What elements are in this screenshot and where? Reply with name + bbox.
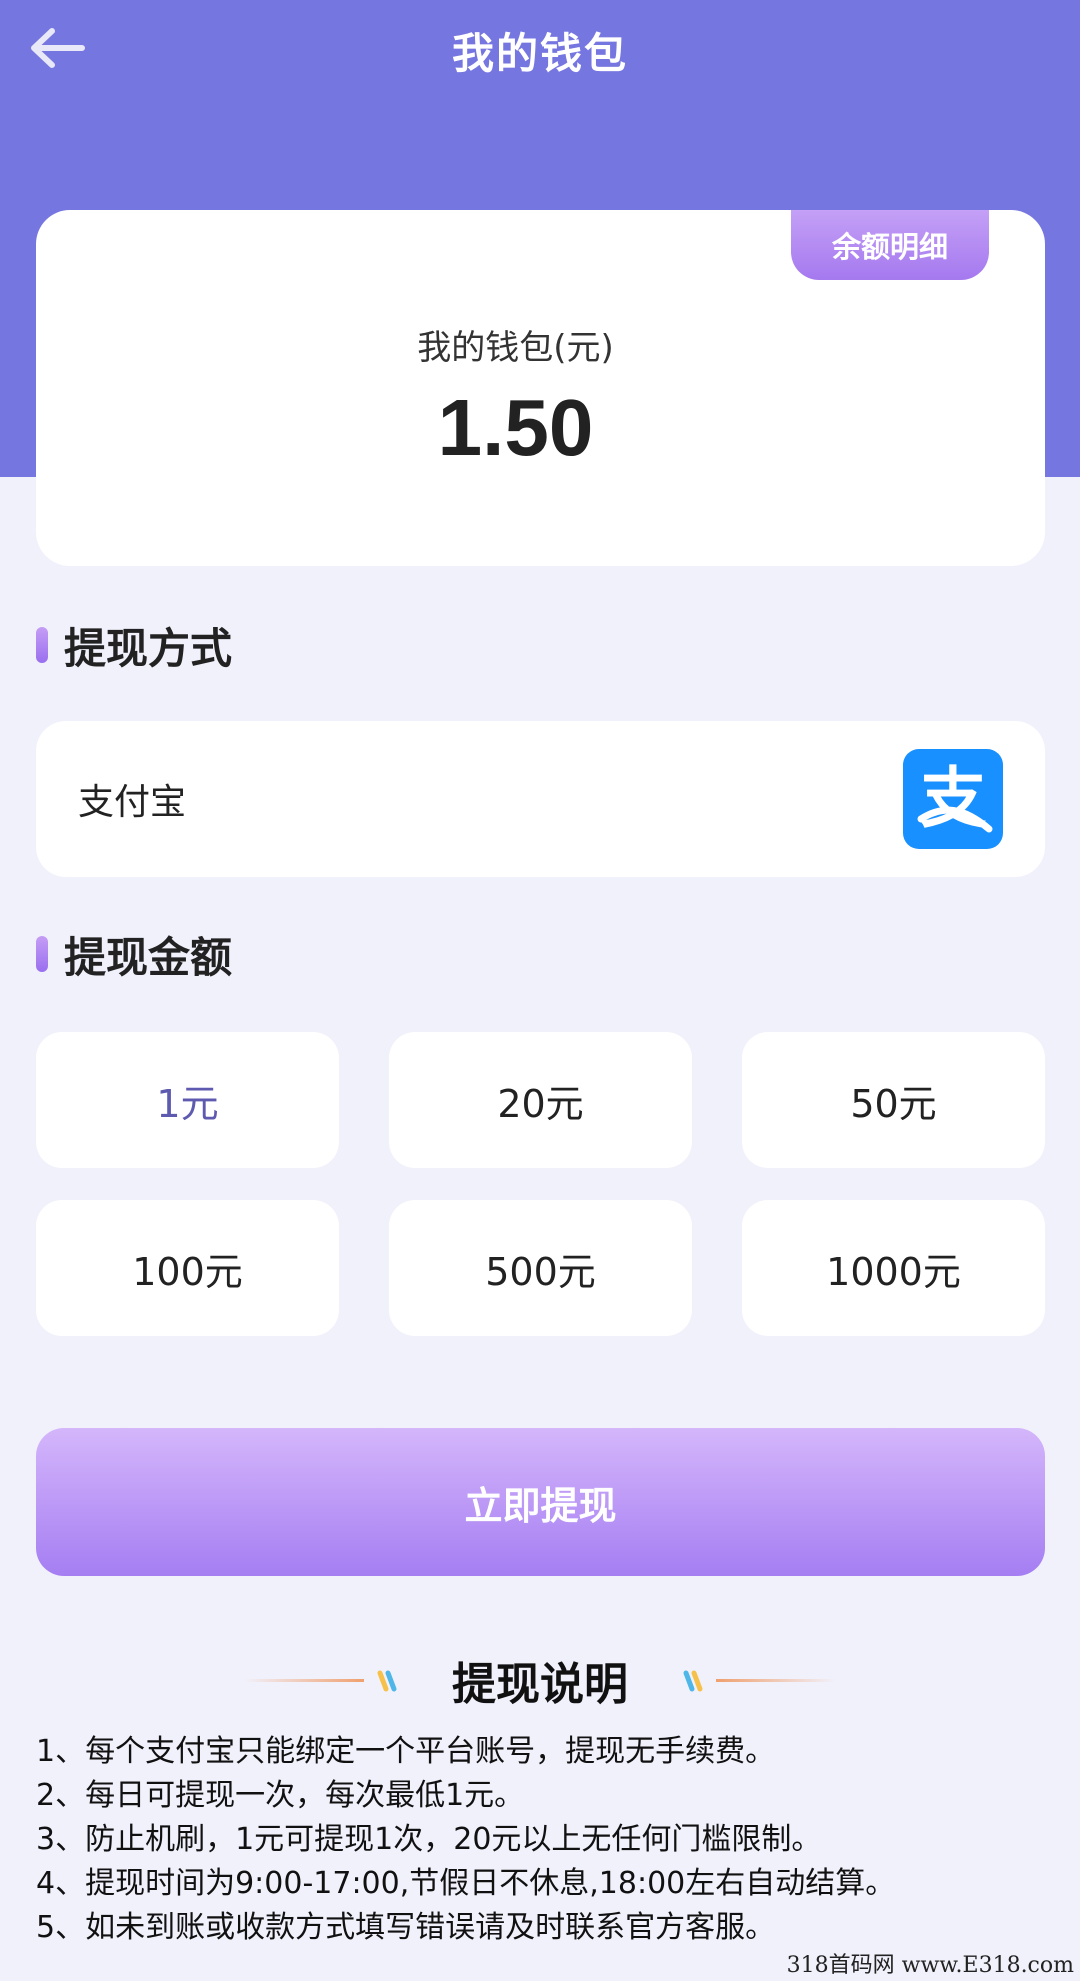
- withdraw-method-section-title: 提现方式: [36, 615, 232, 675]
- amount-option-50[interactable]: 50元: [742, 1032, 1045, 1168]
- balance-detail-button[interactable]: 余额明细: [791, 210, 989, 280]
- withdraw-amount-title: 提现金额: [64, 932, 233, 982]
- notes-item: 3、防止机刷，1元可提现1次，20元以上无任何门槛限制。: [36, 1822, 822, 1857]
- withdraw-amount-section-title: 提现金额: [36, 924, 232, 984]
- amount-option-500[interactable]: 500元: [389, 1200, 692, 1336]
- amount-option-20[interactable]: 20元: [389, 1032, 692, 1168]
- withdraw-now-button[interactable]: 立即提现: [36, 1428, 1045, 1576]
- amount-option-100[interactable]: 100元: [36, 1200, 339, 1336]
- notes-list: 1、每个支付宝只能绑定一个平台账号，提现无手续费。 2、每日可提现一次，每次最低…: [36, 1730, 1056, 1950]
- balance-value: 1.50: [437, 383, 594, 472]
- page-title: 我的钱包: [451, 29, 628, 78]
- alipay-icon: 支: [903, 749, 1003, 849]
- wallet-page: 我的钱包 余额明细 我的钱包(元) 1.50 提现方式 支付宝 支 提现金额 1…: [0, 0, 1080, 1981]
- amount-option-1[interactable]: 1元: [36, 1032, 339, 1168]
- withdraw-method-title: 提现方式: [64, 623, 233, 673]
- notes-item: 2、每日可提现一次，每次最低1元。: [36, 1778, 525, 1813]
- notes-item: 1、每个支付宝只能绑定一个平台账号，提现无手续费。: [36, 1734, 776, 1769]
- notes-item: 4、提现时间为9:00-17:00,节假日不休息,18:00左右自动结算。: [36, 1866, 896, 1901]
- withdraw-method-alipay[interactable]: 支付宝 支: [36, 721, 1045, 877]
- amount-option-1000[interactable]: 1000元: [742, 1200, 1045, 1336]
- balance-card: 余额明细 我的钱包(元) 1.50: [36, 210, 1045, 566]
- notes-decoration-left: [244, 1665, 402, 1695]
- watermark: 318首码网 www.E318.com: [786, 1953, 1074, 1978]
- notes-header: 提现说明: [0, 1648, 1080, 1712]
- balance-label: 我的钱包(元): [417, 328, 614, 368]
- withdraw-method-label: 支付宝: [78, 782, 187, 823]
- section-bar-decoration: [36, 936, 48, 972]
- notes-item: 5、如未到账或收款方式填写错误请及时联系官方客服。: [36, 1910, 776, 1945]
- section-bar-decoration: [36, 627, 48, 663]
- notes-title: 提现说明: [452, 1659, 628, 1710]
- notes-decoration-right: [678, 1665, 836, 1695]
- amount-options-grid: 1元 20元 50元 100元 500元 1000元: [36, 1032, 1045, 1336]
- alipay-icon-glyph: 支: [920, 760, 986, 837]
